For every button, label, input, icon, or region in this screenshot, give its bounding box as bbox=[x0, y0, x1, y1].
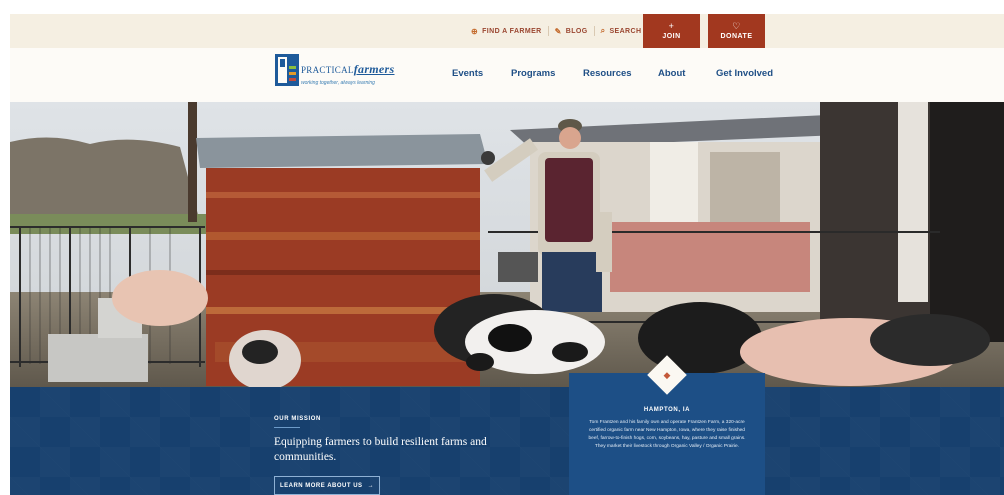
logo-mark-icon bbox=[275, 54, 299, 86]
blog-link[interactable]: ✎ BLOG bbox=[549, 27, 594, 36]
utility-bar: ⊕ FIND A FARMER ✎ BLOG ⌕ SEARCH bbox=[10, 14, 1004, 48]
caption-body: Tom Frantzen and his family own and oper… bbox=[588, 420, 746, 449]
pencil-icon: ✎ bbox=[554, 26, 562, 36]
join-label: JOIN bbox=[662, 33, 681, 40]
learn-more-button[interactable]: LEARN MORE ABOUT US → bbox=[274, 476, 380, 495]
nav-item-events[interactable]: Events bbox=[452, 68, 483, 79]
plus-icon: + bbox=[668, 21, 675, 31]
find-a-farmer-link[interactable]: ⊕ FIND A FARMER bbox=[465, 27, 548, 36]
nav-item-about[interactable]: About bbox=[658, 68, 685, 79]
page: ⊕ FIND A FARMER ✎ BLOG ⌕ SEARCH + JOIN ♡… bbox=[10, 14, 1004, 495]
logo-word-small: PRACTICAL bbox=[301, 65, 354, 75]
caption-location: HAMPTON, IA bbox=[643, 407, 691, 413]
find-a-farmer-label: FIND A FARMER bbox=[482, 27, 542, 35]
nav-item-programs[interactable]: Programs bbox=[511, 68, 555, 79]
logo-tagline: working together, always learning bbox=[301, 80, 375, 86]
search-link[interactable]: ⌕ SEARCH bbox=[595, 26, 648, 36]
map-pin-icon: ◆ bbox=[663, 369, 671, 380]
logo-word-big: farmers bbox=[353, 62, 395, 76]
photo-caption-card: ◆ HAMPTON, IA Tom Frantzen and his famil… bbox=[569, 355, 765, 495]
learn-more-label: LEARN MORE ABOUT US bbox=[279, 482, 363, 489]
mission-statement: Equipping farmers to build resilient far… bbox=[274, 436, 487, 463]
mission-divider bbox=[274, 427, 300, 428]
blog-label: BLOG bbox=[565, 27, 588, 35]
main-nav bbox=[10, 48, 1004, 102]
nav-item-get-involved[interactable]: Get Involved bbox=[716, 68, 773, 79]
logo-wordmark: PRACTICALfarmers bbox=[301, 62, 395, 77]
nav-item-resources[interactable]: Resources bbox=[583, 68, 632, 79]
arrow-right-icon: → bbox=[367, 482, 375, 489]
join-button[interactable]: + JOIN bbox=[643, 14, 700, 48]
search-icon: ⌕ bbox=[600, 26, 606, 35]
utility-links: ⊕ FIND A FARMER ✎ BLOG ⌕ SEARCH bbox=[465, 14, 647, 48]
search-label: SEARCH bbox=[609, 27, 642, 35]
mission-eyebrow: OUR MISSION bbox=[274, 416, 321, 422]
globe-icon: ⊕ bbox=[471, 26, 479, 36]
site-logo[interactable]: PRACTICALfarmers working together, alway… bbox=[275, 54, 395, 90]
donate-label: DONATE bbox=[720, 33, 753, 40]
heart-icon: ♡ bbox=[732, 21, 741, 31]
donate-button[interactable]: ♡ DONATE bbox=[708, 14, 765, 48]
hero-illustration bbox=[10, 102, 1004, 387]
hero-photo bbox=[10, 102, 1004, 387]
